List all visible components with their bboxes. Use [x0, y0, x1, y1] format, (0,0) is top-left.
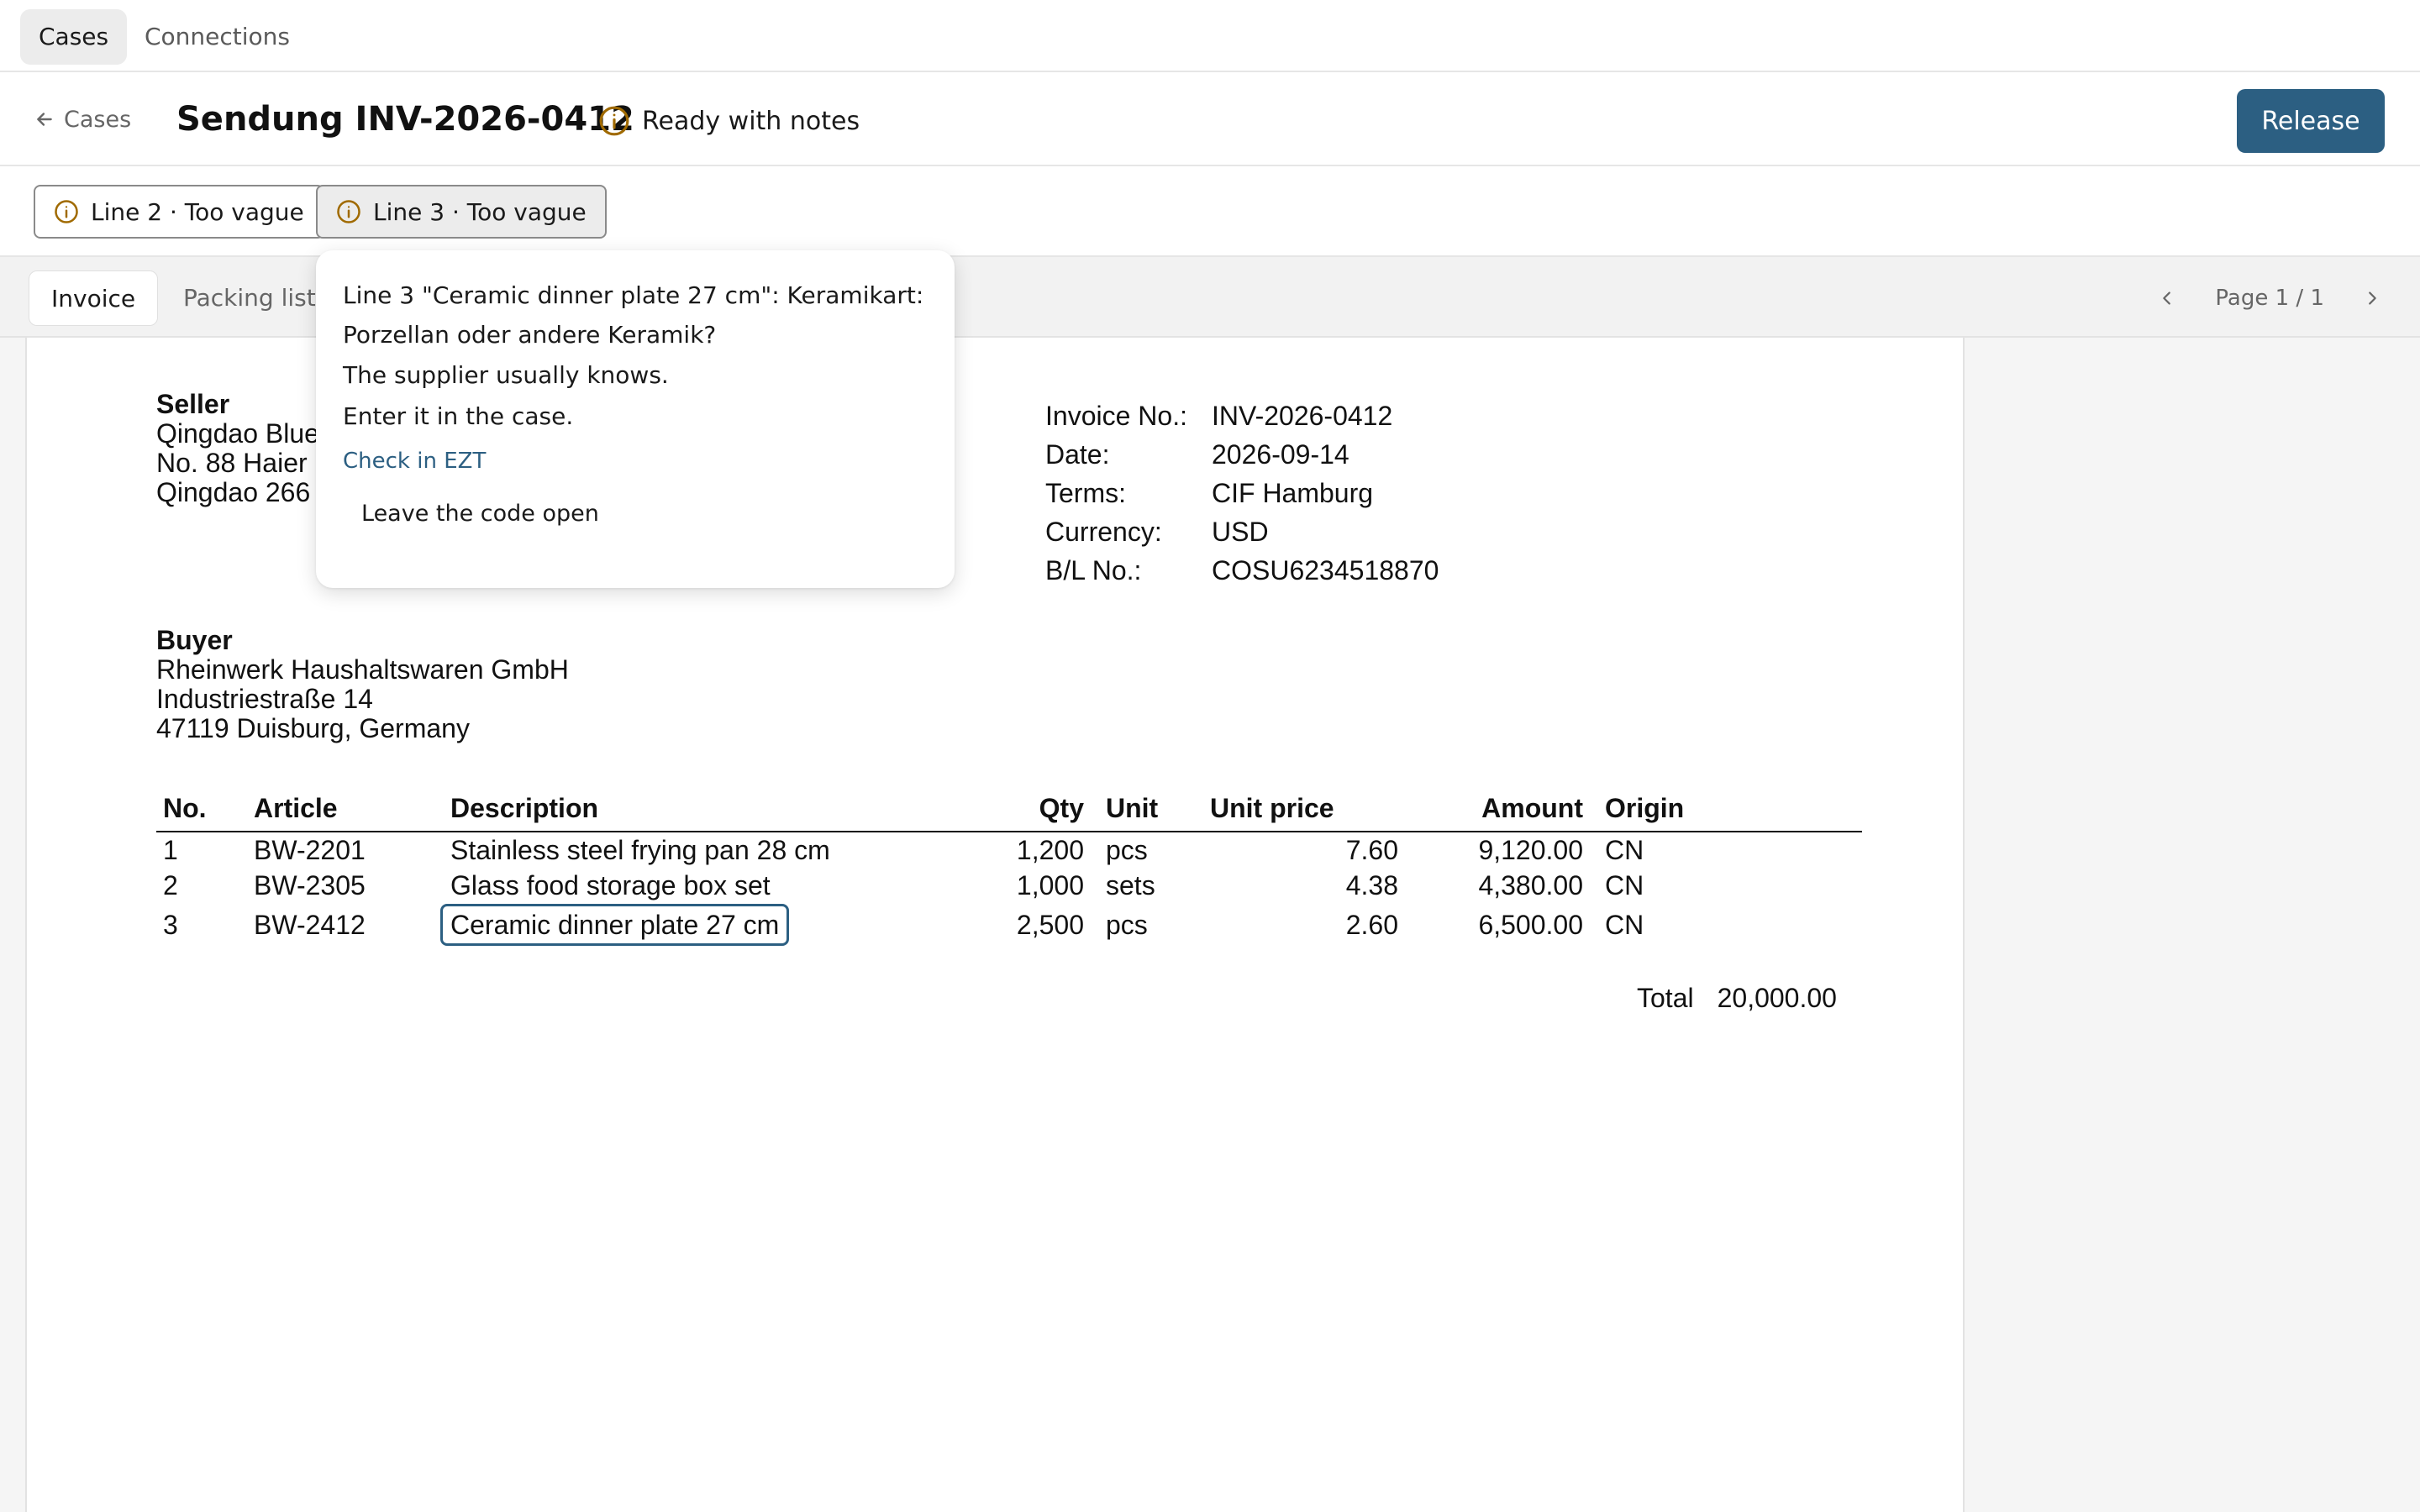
cell-no: 1: [163, 834, 178, 865]
cell-origin: CN: [1605, 909, 1644, 940]
meta-key: Invoice No.:: [1045, 401, 1187, 431]
invoice-total: Total 20,000.00: [1637, 983, 1837, 1014]
buyer-label: Buyer: [156, 625, 233, 655]
cell-article: BW-2305: [254, 870, 366, 900]
info-warning-icon: [336, 199, 361, 224]
meta-value: INV-2026-0412: [1212, 401, 1393, 431]
cell-no: 3: [163, 909, 178, 940]
popover-hint: The supplier usually knows.: [343, 361, 669, 389]
column-header: Description: [444, 790, 971, 832]
meta-key: B/L No.:: [1045, 555, 1142, 585]
buyer-block: Buyer Rheinwerk Haushaltswaren GmbH Indu…: [156, 626, 569, 743]
meta-row: Terms: CIF Hamburg: [1045, 474, 1439, 512]
line-items-table: No. Article Description Qty Unit Unit pr…: [156, 790, 1862, 946]
meta-key: Date:: [1045, 439, 1110, 470]
popover-hint: Enter it in the case.: [343, 402, 574, 430]
table-row: 2 BW-2305 Glass food storage box set 1,0…: [156, 868, 1862, 904]
cell-unit-price: 4.38: [1345, 870, 1398, 900]
info-warning-icon: [54, 199, 79, 224]
meta-key: Currency:: [1045, 517, 1162, 547]
cell-description: Stainless steel frying pan 28 cm: [450, 834, 830, 865]
buyer-line: Industriestraße 14: [156, 684, 373, 714]
highlighted-description[interactable]: Ceramic dinner plate 27 cm: [440, 904, 790, 946]
cell-no: 2: [163, 870, 178, 900]
issue-popover: Line 3 "Ceramic dinner plate 27 cm": Ker…: [316, 250, 955, 588]
total-value: 20,000.00: [1717, 983, 1837, 1013]
cell-unit-price: 2.60: [1345, 909, 1398, 940]
release-button[interactable]: Release: [2237, 89, 2385, 153]
issue-chip-label: Line 2 · Too vague: [91, 197, 304, 226]
cell-unit-price: 7.60: [1345, 834, 1398, 865]
column-header: Origin: [1598, 790, 1862, 832]
meta-key: Terms:: [1045, 478, 1126, 508]
cell-description: Ceramic dinner plate 27 cm: [440, 904, 971, 946]
column-header: Unit: [1099, 790, 1203, 832]
column-header: Unit price: [1203, 790, 1413, 832]
meta-row: Invoice No.: INV-2026-0412: [1045, 396, 1439, 435]
meta-row: Currency: USD: [1045, 512, 1439, 551]
arrow-left-icon: [34, 108, 55, 130]
seller-block: Seller Qingdao Blue No. 88 Haier Qingdao…: [156, 390, 319, 507]
cell-qty: 1,000: [1016, 870, 1084, 900]
nav-tab-cases[interactable]: Cases: [20, 9, 128, 65]
case-header: Cases Sendung INV-2026-0412 Ready with n…: [0, 72, 2420, 166]
info-warning-icon: [598, 105, 630, 137]
meta-value: USD: [1212, 517, 1269, 547]
chevron-left-icon[interactable]: [2153, 284, 2181, 312]
column-header: Amount: [1413, 790, 1598, 832]
cell-qty: 2,500: [1016, 909, 1084, 940]
chevron-right-icon[interactable]: [2358, 284, 2386, 312]
meta-value: COSU6234518870: [1212, 555, 1439, 585]
status-text: Ready with notes: [642, 106, 860, 136]
seller-line: No. 88 Haier: [156, 448, 308, 478]
cell-origin: CN: [1605, 870, 1644, 900]
cell-amount: 6,500.00: [1478, 909, 1583, 940]
cell-description: Glass food storage box set: [450, 870, 771, 900]
total-label: Total: [1637, 983, 1694, 1013]
tab-packing-list[interactable]: Packing list: [161, 270, 338, 326]
issue-chip-line-3[interactable]: Line 3 · Too vague: [316, 185, 607, 239]
cell-article: BW-2412: [254, 909, 366, 940]
back-link-label: Cases: [64, 106, 132, 133]
meta-row: Date: 2026-09-14: [1045, 435, 1439, 474]
cell-unit: pcs: [1106, 909, 1148, 940]
meta-row: B/L No.: COSU6234518870: [1045, 551, 1439, 590]
leave-code-open-button[interactable]: Leave the code open: [361, 501, 599, 527]
top-nav: Cases Connections: [0, 0, 2420, 72]
cell-unit: sets: [1106, 870, 1155, 900]
pager: Page 1 / 1: [2153, 277, 2386, 319]
nav-tab-connections[interactable]: Connections: [126, 9, 308, 65]
table-header-row: No. Article Description Qty Unit Unit pr…: [156, 790, 1862, 832]
status-badge: Ready with notes: [598, 102, 860, 139]
page-title: Sendung INV-2026-0412: [176, 100, 634, 139]
back-link[interactable]: Cases: [34, 101, 131, 138]
seller-label: Seller: [156, 389, 230, 419]
cell-amount: 9,120.00: [1478, 834, 1583, 865]
meta-value: CIF Hamburg: [1212, 478, 1374, 508]
check-ezt-link[interactable]: Check in EZT: [343, 449, 928, 474]
buyer-line: 47119 Duisburg, Germany: [156, 713, 470, 743]
popover-question: Line 3 "Ceramic dinner plate 27 cm": Ker…: [343, 281, 924, 349]
issue-chip-line-2[interactable]: Line 2 · Too vague: [34, 185, 324, 239]
issue-chip-label: Line 3 · Too vague: [373, 197, 587, 226]
buyer-line: Rheinwerk Haushaltswaren GmbH: [156, 654, 569, 685]
invoice-meta: Invoice No.: INV-2026-0412 Date: 2026-09-1…: [1045, 396, 1439, 590]
page-indicator: Page 1 / 1: [2215, 286, 2324, 311]
issue-bar: Line 2 · Too vague Line 3 · Too vague: [0, 166, 2420, 257]
cell-article: BW-2201: [254, 834, 366, 865]
cell-unit: pcs: [1106, 834, 1148, 865]
table-row: 1 BW-2201 Stainless steel frying pan 28 …: [156, 832, 1862, 868]
column-header: Article: [247, 790, 444, 832]
column-header: Qty: [971, 790, 1099, 832]
table-row: 3 BW-2412 Ceramic dinner plate 27 cm 2,5…: [156, 904, 1862, 946]
seller-line: Qingdao Blue: [156, 418, 319, 449]
seller-line: Qingdao 266: [156, 477, 311, 507]
cell-origin: CN: [1605, 834, 1644, 865]
meta-value: 2026-09-14: [1212, 439, 1349, 470]
column-header: No.: [156, 790, 247, 832]
tab-invoice[interactable]: Invoice: [29, 270, 159, 326]
cell-qty: 1,200: [1016, 834, 1084, 865]
cell-amount: 4,380.00: [1478, 870, 1583, 900]
